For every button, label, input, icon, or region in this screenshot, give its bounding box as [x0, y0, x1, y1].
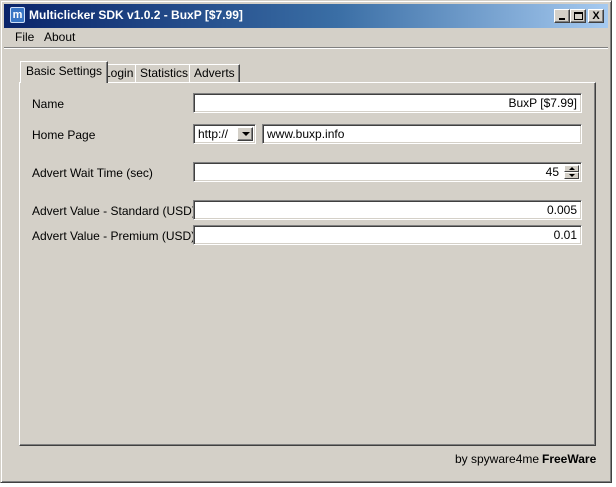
protocol-value: http://: [198, 127, 229, 141]
title-bar[interactable]: m Multiclicker SDK v1.0.2 - BuxP [$7.99]…: [4, 4, 608, 28]
wait-time-label: Advert Wait Time (sec): [32, 166, 153, 180]
value-premium-input[interactable]: 0.01: [193, 225, 582, 245]
protocol-dropdown-button[interactable]: [237, 127, 253, 141]
value-standard-label: Advert Value - Standard (USD): [32, 204, 196, 218]
name-input[interactable]: BuxP [$7.99]: [193, 93, 582, 113]
value-premium-label: Advert Value - Premium (USD): [32, 229, 196, 243]
menu-file[interactable]: File: [9, 30, 40, 45]
spin-down-button[interactable]: [564, 172, 579, 179]
spin-down-icon: [569, 174, 575, 177]
spin-up-button[interactable]: [564, 165, 579, 172]
wait-time-spinner[interactable]: 45: [193, 162, 582, 182]
basic-settings-panel: Name BuxP [$7.99] Home Page http:// www.…: [19, 82, 596, 446]
footer-credit: by spyware4me: [455, 452, 540, 466]
wait-time-spin-buttons: [564, 165, 579, 179]
app-icon[interactable]: m: [10, 7, 25, 23]
window-title: Multiclicker SDK v1.0.2 - BuxP [$7.99]: [29, 8, 243, 22]
minimize-icon: [559, 18, 565, 20]
name-label: Name: [32, 97, 65, 111]
tab-basic-settings[interactable]: Basic Settings: [20, 61, 109, 83]
menu-bar: File About: [4, 28, 608, 47]
value-standard-input[interactable]: 0.005: [193, 200, 582, 220]
maximize-button[interactable]: [570, 9, 586, 23]
minimize-button[interactable]: [554, 9, 570, 23]
wait-time-value: 45: [545, 165, 559, 179]
home-page-url-input[interactable]: www.buxp.info: [262, 124, 582, 144]
close-icon: X: [592, 10, 600, 22]
tab-adverts[interactable]: Adverts: [189, 64, 240, 82]
tab-strip: Basic Settings Login Statistics Adverts: [19, 61, 609, 83]
chevron-down-icon: [242, 132, 250, 136]
app-window: m Multiclicker SDK v1.0.2 - BuxP [$7.99]…: [0, 0, 612, 483]
footer-license: FreeWare: [542, 452, 597, 466]
menu-about[interactable]: About: [38, 30, 81, 45]
home-page-label: Home Page: [32, 128, 96, 142]
menu-separator: [4, 47, 608, 49]
maximize-icon: [574, 12, 583, 20]
close-button[interactable]: X: [588, 9, 604, 23]
spin-up-icon: [569, 167, 575, 170]
protocol-combo[interactable]: http://: [193, 124, 256, 144]
tab-statistics[interactable]: Statistics: [135, 64, 194, 82]
